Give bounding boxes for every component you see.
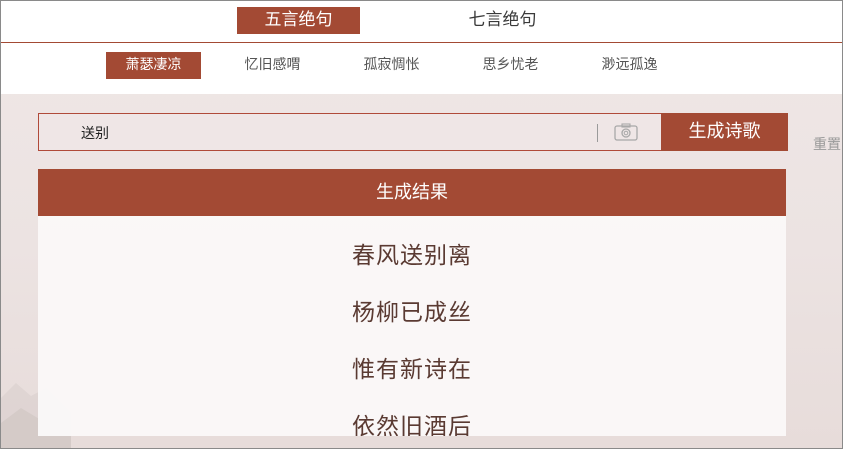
reset-button[interactable]: 重置 bbox=[813, 134, 841, 154]
app-frame: 五言绝句 七言绝句 萧瑟凄凉 忆旧感喟 孤寂惆怅 思乡忧老 渺远孤逸 送别 生成… bbox=[0, 0, 843, 449]
generate-poem-button[interactable]: 生成诗歌 bbox=[661, 113, 788, 151]
poem-line-4: 依然旧酒后 bbox=[352, 414, 472, 436]
poem-line-1: 春风送别离 bbox=[352, 243, 472, 269]
poem-line-3: 惟有新诗在 bbox=[352, 357, 472, 383]
result-panel: 春风送别离 杨柳已成丝 惟有新诗在 依然旧酒后 bbox=[38, 216, 786, 436]
camera-icon[interactable] bbox=[614, 123, 638, 141]
result-header: 生成结果 bbox=[38, 169, 786, 216]
input-cursor-divider bbox=[597, 124, 598, 142]
category-item-2[interactable]: 忆旧感喟 bbox=[225, 52, 320, 79]
keyword-search-box: 送别 生成诗歌 bbox=[38, 113, 788, 151]
category-item-5[interactable]: 渺远孤逸 bbox=[582, 52, 677, 79]
poem-line-2: 杨柳已成丝 bbox=[352, 300, 472, 326]
category-item-3[interactable]: 孤寂惆怅 bbox=[344, 52, 439, 79]
tab-five-character[interactable]: 五言绝句 bbox=[237, 7, 360, 34]
poem-type-tabbar: 五言绝句 七言绝句 bbox=[1, 1, 842, 43]
keyword-input[interactable]: 送别 bbox=[81, 123, 109, 143]
category-item-4[interactable]: 思乡忧老 bbox=[463, 52, 558, 79]
tab-seven-character[interactable]: 七言绝句 bbox=[441, 7, 564, 34]
category-item-1[interactable]: 萧瑟凄凉 bbox=[106, 52, 201, 79]
mood-category-bar: 萧瑟凄凉 忆旧感喟 孤寂惆怅 思乡忧老 渺远孤逸 bbox=[1, 43, 842, 94]
